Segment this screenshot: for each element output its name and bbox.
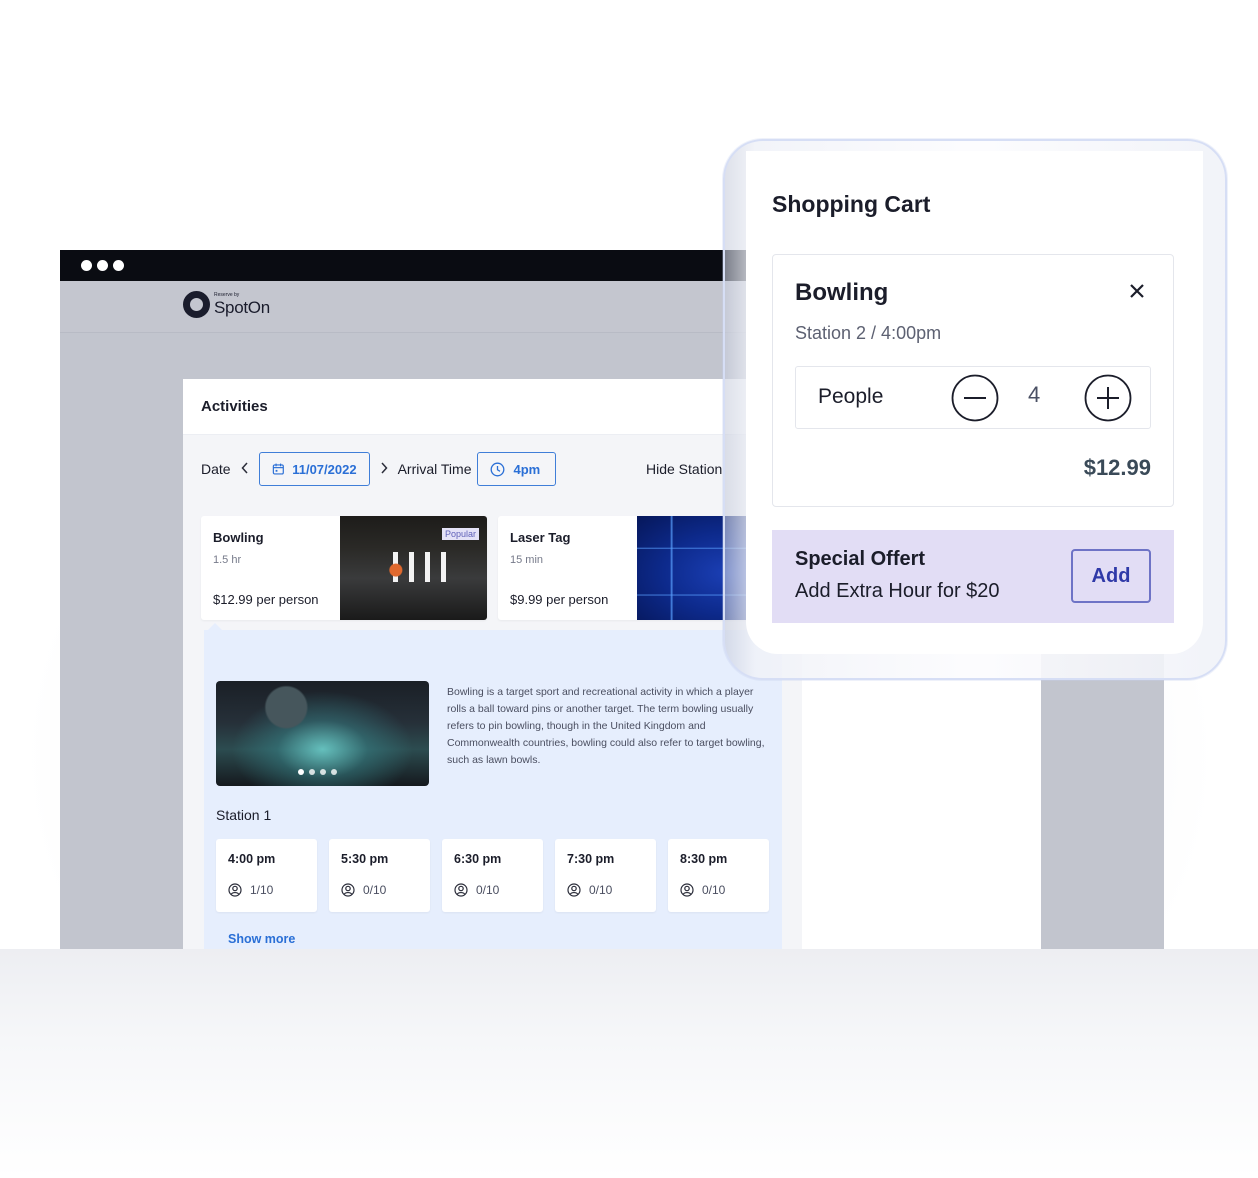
special-offer: Special Offert Add Extra Hour for $20 Ad…	[772, 530, 1174, 623]
chevron-right-icon[interactable]	[380, 461, 388, 477]
offer-description: Add Extra Hour for $20	[795, 580, 1000, 602]
activity-card-bowling[interactable]: Bowling 1.5 hr $12.99 per person Popular	[201, 516, 487, 620]
slot-capacity: 0/10	[341, 883, 386, 897]
people-stepper: People 4	[795, 366, 1151, 429]
time-slot[interactable]: 6:30 pm 0/10	[442, 839, 543, 912]
activity-name: Laser Tag	[510, 530, 571, 545]
carousel-dot[interactable]	[298, 769, 304, 775]
arrival-time-picker[interactable]: 4pm	[477, 452, 557, 486]
clock-icon	[491, 462, 505, 476]
activity-price: $12.99 per person	[213, 592, 319, 607]
slot-time: 8:30 pm	[680, 852, 728, 866]
show-more-link[interactable]: Show more	[228, 932, 295, 946]
carousel-dot[interactable]	[309, 769, 315, 775]
activity-duration: 15 min	[510, 554, 544, 566]
decrease-people-button[interactable]	[951, 374, 999, 422]
activity-price: $9.99 per person	[510, 592, 609, 607]
activity-name: Bowling	[213, 530, 264, 545]
slot-capacity-value: 1/10	[250, 883, 274, 897]
close-icon	[1130, 284, 1144, 298]
cart-item-name: Bowling	[795, 279, 889, 306]
remove-item-button[interactable]	[1123, 277, 1151, 305]
plus-circle-icon	[1084, 374, 1132, 422]
time-slot[interactable]: 4:00 pm 1/10	[216, 839, 317, 912]
user-circle-icon	[228, 883, 242, 897]
user-circle-icon	[567, 883, 581, 897]
window-controls	[81, 260, 124, 271]
user-circle-icon	[680, 883, 694, 897]
slot-capacity: 0/10	[567, 883, 612, 897]
detail-pointer	[208, 623, 222, 630]
page-background	[0, 949, 1258, 1178]
activity-duration: 1.5 hr	[213, 554, 242, 566]
carousel-dot[interactable]	[320, 769, 326, 775]
filter-bar: Date 11/07/2022 Arrival Time 4pm	[201, 452, 557, 486]
time-slot[interactable]: 8:30 pm 0/10	[668, 839, 769, 912]
date-label: Date	[201, 461, 231, 477]
date-picker[interactable]: 11/07/2022	[258, 452, 370, 486]
slot-capacity-value: 0/10	[476, 883, 500, 897]
chevron-left-icon[interactable]	[241, 461, 249, 477]
slot-capacity-value: 0/10	[702, 883, 726, 897]
slot-capacity: 0/10	[454, 883, 499, 897]
window-dot-1[interactable]	[81, 260, 92, 271]
slot-capacity-value: 0/10	[589, 883, 613, 897]
shopping-cart: Shopping Cart Bowling Station 2 / 4:00pm…	[746, 151, 1203, 654]
slot-capacity: 0/10	[680, 883, 725, 897]
minus-circle-icon	[951, 374, 999, 422]
slot-time: 5:30 pm	[341, 852, 389, 866]
add-offer-button[interactable]: Add	[1071, 549, 1151, 603]
popular-badge: Popular	[441, 528, 479, 540]
carousel-dots	[298, 769, 337, 775]
cart-item-station-time: Station 2 / 4:00pm	[795, 323, 942, 343]
cart-item: Bowling Station 2 / 4:00pm People 4 $12.…	[772, 254, 1174, 507]
window-dot-3[interactable]	[113, 260, 124, 271]
time-slots: 4:00 pm 1/10 5:30 pm 0/10 6:30 pm 0/10 7…	[216, 839, 769, 912]
arrival-time-label: Arrival Time	[397, 461, 472, 477]
arrival-time-value: 4pm	[513, 461, 541, 477]
calendar-icon	[272, 463, 284, 475]
spoton-logo[interactable]: Reserve by SpotOn	[183, 291, 270, 318]
activity-detail: Bowling is a target sport and recreation…	[204, 623, 782, 949]
offer-title: Special Offert	[795, 548, 926, 570]
cart-item-price: $12.99	[1083, 455, 1151, 480]
activity-description: Bowling is a target sport and recreation…	[447, 686, 765, 766]
page-title: Activities	[201, 398, 268, 415]
time-slot[interactable]: 5:30 pm 0/10	[329, 839, 430, 912]
carousel-dot[interactable]	[331, 769, 337, 775]
cart-title: Shopping Cart	[772, 191, 931, 217]
slot-time: 7:30 pm	[567, 852, 615, 866]
slot-capacity-value: 0/10	[363, 883, 387, 897]
logo-text: Reserve by SpotOn	[214, 293, 270, 317]
bowling-pins-image: Popular	[340, 516, 487, 620]
user-circle-icon	[454, 883, 468, 897]
station-label: Station 1	[216, 807, 272, 823]
user-circle-icon	[341, 883, 355, 897]
bowling-ball-image[interactable]	[216, 681, 429, 786]
people-quantity: 4	[1028, 382, 1041, 407]
slot-capacity: 1/10	[228, 883, 273, 897]
increase-people-button[interactable]	[1084, 374, 1132, 422]
spoton-ring-icon	[183, 291, 210, 318]
activities-content: Date 11/07/2022 Arrival Time 4pm Hide St…	[183, 435, 802, 949]
hide-station-toggle[interactable]: Hide Station	[646, 461, 722, 477]
time-slot[interactable]: 7:30 pm 0/10	[555, 839, 656, 912]
window-dot-2[interactable]	[97, 260, 108, 271]
slot-time: 6:30 pm	[454, 852, 502, 866]
logo-brand: SpotOn	[214, 298, 270, 317]
date-value: 11/07/2022	[292, 461, 357, 477]
people-label: People	[818, 385, 884, 408]
slot-time: 4:00 pm	[228, 852, 276, 866]
